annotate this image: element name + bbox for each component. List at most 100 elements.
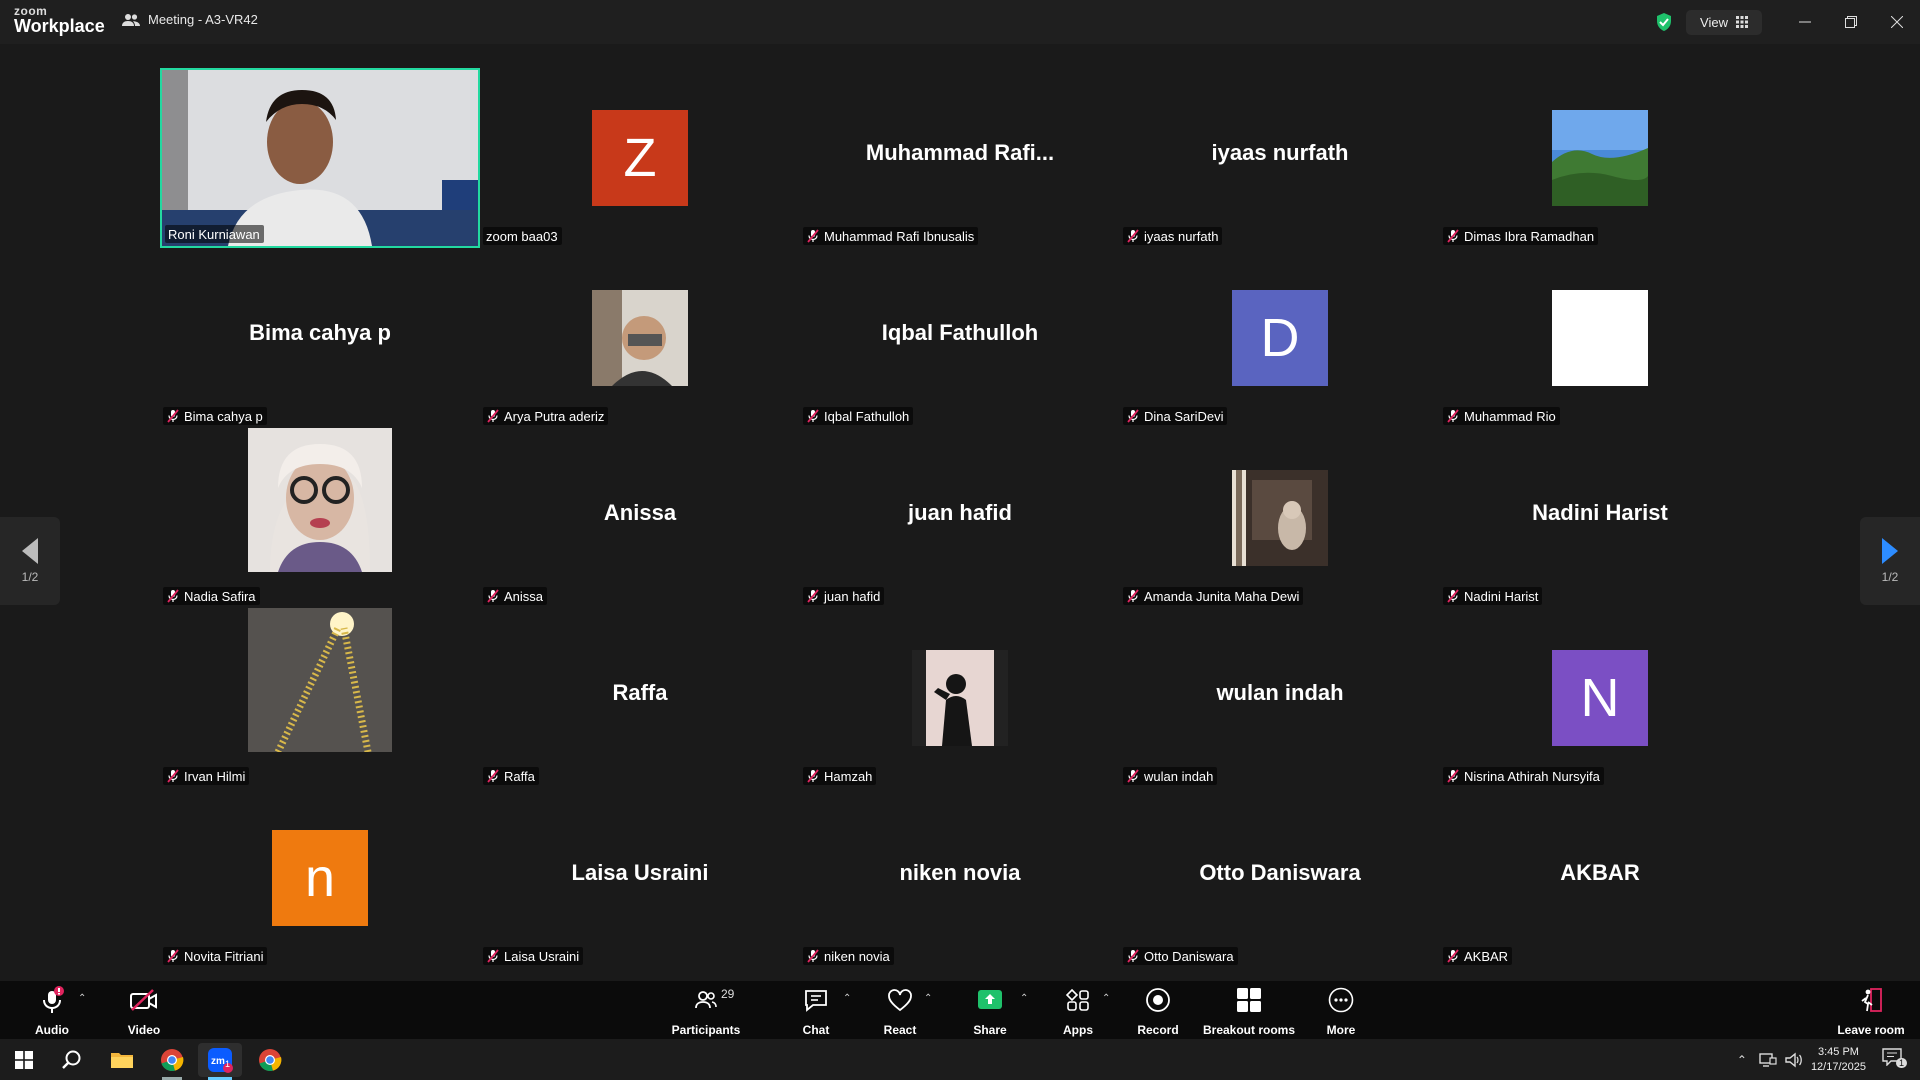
participant-tile[interactable]: Nadia Safira	[160, 428, 480, 608]
participant-name-text: Anissa	[504, 588, 544, 604]
profile-photo-icon	[912, 650, 1008, 746]
participant-name-label: Otto Daniswara	[1123, 947, 1238, 965]
network-icon[interactable]	[1759, 1052, 1777, 1068]
participant-tile[interactable]: Zzoom baa03	[480, 68, 800, 248]
participant-name-text: Roni Kurniawan	[168, 226, 260, 242]
muted-microphone-icon	[1127, 409, 1139, 423]
participant-tile[interactable]: AKBAR AKBAR	[1440, 788, 1760, 968]
taskbar-clock[interactable]: 3:45 PM 12/17/2025	[1811, 1045, 1866, 1075]
participant-tile[interactable]: iyaas nurfath iyaas nurfath	[1120, 68, 1440, 248]
muted-microphone-icon	[807, 409, 819, 423]
participant-tile[interactable]: Arya Putra aderiz	[480, 248, 800, 428]
participant-tile[interactable]: Anissa Anissa	[480, 428, 800, 608]
participant-name-text: Irvan Hilmi	[184, 768, 246, 784]
muted-microphone-icon	[807, 229, 819, 243]
participant-tile[interactable]: N Nisrina Athirah Nursyifa	[1440, 608, 1760, 788]
participant-tile[interactable]: Irvan Hilmi	[160, 608, 480, 788]
share-button[interactable]: Share	[966, 985, 1014, 1037]
participant-name-label: AKBAR	[1443, 947, 1513, 965]
view-button[interactable]: View	[1686, 9, 1762, 35]
breakout-rooms-button[interactable]: Breakout rooms	[1200, 985, 1298, 1037]
meeting-title-text: Meeting - A3-VR42	[148, 12, 258, 27]
participant-tile[interactable]: Iqbal Fathulloh Iqbal Fathulloh	[800, 248, 1120, 428]
participant-tile[interactable]: n Novita Fitriani	[160, 788, 480, 968]
volume-icon[interactable]	[1785, 1052, 1803, 1068]
participant-tile[interactable]: Muhammad Rafi... Muhammad Rafi Ibnusalis	[800, 68, 1120, 248]
audio-button[interactable]: Audio	[30, 985, 74, 1037]
more-button[interactable]: More	[1316, 985, 1366, 1037]
security-shield-icon[interactable]	[1654, 12, 1674, 32]
folder-icon	[111, 1053, 133, 1068]
participants-count: 29	[721, 987, 735, 1001]
participant-name-text: Nadini Harist	[1464, 588, 1539, 604]
participant-tile[interactable]: Muhammad Rio	[1440, 248, 1760, 428]
participant-name-text: Otto Daniswara	[1144, 948, 1234, 964]
zoom-notification-badge: 1	[225, 1059, 231, 1069]
participant-avatar: Z	[592, 110, 688, 206]
participant-tile[interactable]: Nadini Harist Nadini Harist	[1440, 428, 1760, 608]
participant-name-label: Roni Kurniawan	[165, 225, 264, 243]
chat-button[interactable]: Chat	[792, 985, 840, 1037]
leave-room-button[interactable]: Leave room	[1836, 985, 1906, 1037]
chrome-taskbar-button[interactable]	[150, 1043, 194, 1077]
audio-label: Audio	[35, 1023, 69, 1037]
apps-options-caret-icon[interactable]: ⌃	[1102, 993, 1110, 1004]
participant-name-text: Dina SariDevi	[1144, 408, 1224, 424]
share-options-caret-icon[interactable]: ⌃	[1020, 993, 1028, 1004]
muted-microphone-icon	[1447, 409, 1459, 423]
participant-name-text: Bima cahya p	[184, 408, 263, 424]
minimize-button[interactable]	[1782, 0, 1828, 44]
participant-tile[interactable]: D Dina SariDevi	[1120, 248, 1440, 428]
participant-name-text: Arya Putra aderiz	[504, 408, 605, 424]
participant-tile[interactable]: Hamzah	[800, 608, 1120, 788]
participant-tile[interactable]: Amanda Junita Maha Dewi	[1120, 428, 1440, 608]
participant-name-label: niken novia	[803, 947, 894, 965]
audio-options-caret-icon[interactable]: ⌃	[78, 993, 86, 1004]
next-page-button[interactable]: 1/2	[1860, 517, 1920, 605]
participant-tile[interactable]: Raffa Raffa	[480, 608, 800, 788]
participant-name-text: juan hafid	[824, 588, 881, 604]
arrow-right-icon	[1882, 538, 1898, 564]
tray-expand-icon[interactable]: ⌃	[1737, 1053, 1747, 1067]
close-button[interactable]	[1874, 0, 1920, 44]
zoom-taskbar-button[interactable]: zm 1	[198, 1043, 242, 1077]
record-button[interactable]: Record	[1134, 985, 1182, 1037]
search-icon	[62, 1050, 81, 1069]
participant-avatar: N	[1552, 650, 1648, 746]
react-button[interactable]: React	[876, 985, 924, 1037]
notifications-button[interactable]: 1	[1882, 1048, 1908, 1071]
participant-tile[interactable]: Bima cahya p Bima cahya p	[160, 248, 480, 428]
apps-button[interactable]: Apps	[1054, 985, 1102, 1037]
participant-name-label: Dimas Ibra Ramadhan	[1443, 227, 1599, 245]
taskbar-search-button[interactable]	[50, 1043, 94, 1077]
previous-page-button[interactable]: 1/2	[0, 517, 60, 605]
participant-name-label: Nadini Harist	[1443, 587, 1543, 605]
participants-button[interactable]: 29 Participants	[670, 985, 742, 1037]
react-options-caret-icon[interactable]: ⌃	[924, 993, 932, 1004]
chat-options-caret-icon[interactable]: ⌃	[843, 993, 851, 1004]
participant-name-text: Raffa	[504, 768, 535, 784]
participant-tile[interactable]: juan hafid juan hafid	[800, 428, 1120, 608]
participant-tile[interactable]: Laisa Usraini Laisa Usraini	[480, 788, 800, 968]
chrome-taskbar-button-2[interactable]	[248, 1043, 292, 1077]
meeting-people-icon	[122, 13, 140, 26]
file-explorer-button[interactable]	[100, 1043, 144, 1077]
participant-tile[interactable]: niken novia niken novia	[800, 788, 1120, 968]
participant-name-text: Amanda Junita Maha Dewi	[1144, 588, 1300, 604]
participant-tile[interactable]: wulan indah wulan indah	[1120, 608, 1440, 788]
windows-start-button[interactable]	[2, 1043, 46, 1077]
participant-name-label: Bima cahya p	[163, 407, 267, 425]
chat-label: Chat	[802, 1023, 830, 1037]
participant-tile[interactable]: Otto Daniswara Otto Daniswara	[1120, 788, 1440, 968]
profile-photo-icon	[1552, 110, 1648, 206]
restore-button[interactable]	[1828, 0, 1874, 44]
participant-name-text: Muhammad Rio	[1464, 408, 1556, 424]
share-screen-icon	[978, 990, 1002, 1009]
muted-microphone-icon	[1447, 589, 1459, 603]
participant-tile[interactable]: Dimas Ibra Ramadhan	[1440, 68, 1760, 248]
video-button[interactable]: Video	[122, 985, 166, 1037]
participant-tile[interactable]: Roni Kurniawan	[160, 68, 480, 248]
leave-room-icon	[1861, 988, 1882, 1012]
breakout-rooms-label: Breakout rooms	[1202, 1023, 1296, 1037]
participant-profile-photo	[1552, 110, 1648, 206]
